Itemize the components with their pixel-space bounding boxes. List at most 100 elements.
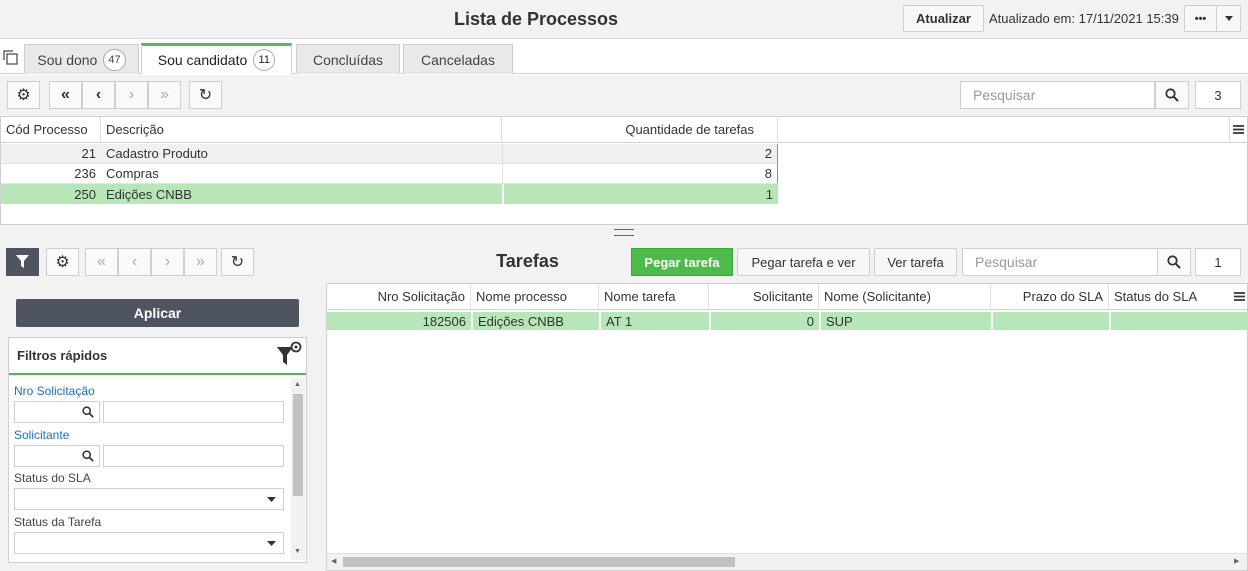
filter-icon [16, 255, 29, 268]
refresh-icon: ↻ [230, 254, 245, 271]
copy-icon[interactable] [3, 50, 18, 68]
tab-concluidas[interactable]: Concluídas [296, 44, 400, 74]
refresh-icon: ↻ [198, 87, 213, 104]
process-count: 3 [1195, 81, 1241, 109]
cell-prazo [991, 312, 1109, 330]
cell-cod: 21 [1, 144, 101, 164]
gear-icon: ⚙ [55, 254, 70, 271]
scrollbar-thumb[interactable] [343, 557, 735, 567]
double-chevron-right-icon: » [160, 86, 169, 103]
filter-label-status-sla: Status do SLA [14, 471, 91, 485]
tasks-last-page-button[interactable]: » [184, 248, 217, 276]
tasks-settings-button[interactable]: ⚙ [46, 248, 79, 276]
nro-solicitacao-field[interactable] [103, 401, 284, 423]
chevron-left-icon: ‹ [131, 253, 138, 270]
view-task-button[interactable]: Ver tarefa [874, 248, 957, 276]
first-page-button[interactable]: « [49, 81, 82, 109]
column-header-descricao[interactable]: Descrição [101, 117, 502, 143]
tasks-title: Tarefas [496, 251, 559, 271]
solicitante-field[interactable] [103, 445, 284, 467]
search-icon [82, 406, 94, 418]
scroll-right-icon[interactable]: ▶ [1234, 557, 1239, 565]
quick-filters-title: Filtros rápidos [17, 348, 108, 363]
splitter-grip-icon[interactable] [614, 229, 634, 236]
filter-toggle-button[interactable] [6, 248, 39, 276]
reload-button[interactable]: ↻ [189, 81, 222, 109]
tab-label: Sou dono [37, 51, 98, 68]
last-page-button[interactable]: » [148, 81, 181, 109]
column-header-solicitante[interactable]: Solicitante [709, 284, 819, 310]
column-header-quantidade[interactable]: Quantidade de tarefas [502, 117, 778, 143]
cell-nro: 182506 [422, 313, 466, 329]
cell-descricao: Cadastro Produto [101, 144, 502, 164]
process-search-button[interactable] [1155, 81, 1189, 109]
table-row-selected[interactable]: 250 Edições CNBB 1 [1, 184, 778, 204]
cell-cod: 250 [74, 186, 96, 202]
search-icon [1167, 255, 1181, 269]
previous-page-button[interactable]: ‹ [82, 81, 115, 109]
status-sla-select[interactable] [14, 488, 284, 510]
tab-canceladas[interactable]: Canceladas [403, 44, 513, 74]
search-icon [1165, 88, 1179, 102]
tasks-horizontal-scrollbar[interactable]: ◀ ▶ [327, 553, 1247, 570]
count-badge: 11 [253, 49, 276, 71]
column-menu-icon[interactable] [1231, 284, 1247, 310]
column-header-nome-processo[interactable]: Nome processo [471, 284, 599, 310]
cell-quantidade: 8 [502, 164, 778, 184]
cell-nome-solicitante: SUP [819, 312, 991, 330]
filter-scrollbar[interactable]: ▲ ▼ [291, 378, 305, 560]
header-dropdown-button[interactable] [1216, 5, 1241, 32]
cell-tarefa: AT 1 [599, 312, 709, 330]
nro-solicitacao-lookup[interactable] [14, 401, 100, 423]
table-row-selected[interactable]: 182506 Edições CNBB AT 1 0 SUP [327, 312, 1247, 330]
gear-icon: ⚙ [16, 87, 31, 104]
apply-filters-button[interactable]: Aplicar [16, 299, 299, 327]
column-header-cod-processo[interactable]: Cód Processo [1, 117, 101, 143]
column-header-nome-tarefa[interactable]: Nome tarefa [599, 284, 709, 310]
chevron-right-icon: › [164, 253, 171, 270]
next-page-button[interactable]: › [115, 81, 148, 109]
tab-sou-candidato[interactable]: Sou candidato 11 [141, 43, 292, 74]
process-search-input[interactable]: Pesquisar [960, 81, 1155, 109]
column-header-nro-solicitacao[interactable]: Nro Solicitação [327, 284, 471, 310]
double-chevron-left-icon: « [61, 86, 70, 103]
chevron-right-icon: › [128, 86, 135, 103]
filter-settings-icon[interactable] [276, 341, 302, 370]
scroll-down-icon[interactable]: ▼ [294, 548, 301, 555]
chevron-left-icon: ‹ [95, 86, 102, 103]
scrollbar-thumb[interactable] [293, 394, 303, 496]
scroll-up-icon[interactable]: ▲ [294, 381, 301, 388]
updated-timestamp: Atualizado em: 17/11/2021 15:39 [989, 11, 1179, 26]
search-icon [82, 450, 94, 462]
count-badge: 47 [103, 48, 126, 71]
cell-processo: Edições CNBB [471, 312, 599, 330]
tab-label: Sou candidato [157, 52, 248, 68]
table-row[interactable]: 21 Cadastro Produto 2 [1, 144, 778, 164]
column-header-prazo-sla[interactable]: Prazo do SLA [991, 284, 1109, 310]
tab-sou-dono[interactable]: Sou dono 47 [24, 44, 139, 74]
status-tarefa-select[interactable] [14, 532, 284, 554]
refresh-button[interactable]: Atualizar [903, 5, 984, 32]
take-and-view-task-button[interactable]: Pegar tarefa e ver [737, 248, 870, 276]
column-header-status-sla[interactable]: Status do SLA [1109, 284, 1235, 310]
task-search-button[interactable] [1157, 248, 1191, 276]
tasks-reload-button[interactable]: ↻ [221, 248, 254, 276]
column-header-nome-solicitante[interactable]: Nome (Solicitante) [819, 284, 991, 310]
task-count: 1 [1195, 248, 1241, 276]
scroll-left-icon[interactable]: ◀ [331, 557, 336, 565]
task-search-input[interactable]: Pesquisar [962, 248, 1158, 276]
more-options-button[interactable]: ••• [1184, 5, 1217, 32]
table-row[interactable]: 236 Compras 8 [1, 164, 778, 184]
settings-button[interactable]: ⚙ [7, 81, 40, 109]
column-menu-icon[interactable] [1230, 117, 1247, 143]
tasks-previous-page-button[interactable]: ‹ [118, 248, 151, 276]
cell-descricao: Compras [101, 164, 502, 184]
solicitante-lookup[interactable] [14, 445, 100, 467]
take-task-button[interactable]: Pegar tarefa [631, 248, 733, 276]
caret-down-icon [267, 497, 276, 502]
tasks-next-page-button[interactable]: › [151, 248, 184, 276]
tasks-first-page-button[interactable]: « [85, 248, 118, 276]
filter-label-status-tarefa: Status da Tarefa [14, 515, 102, 529]
double-chevron-left-icon: « [97, 253, 106, 270]
cell-status [1109, 312, 1235, 330]
